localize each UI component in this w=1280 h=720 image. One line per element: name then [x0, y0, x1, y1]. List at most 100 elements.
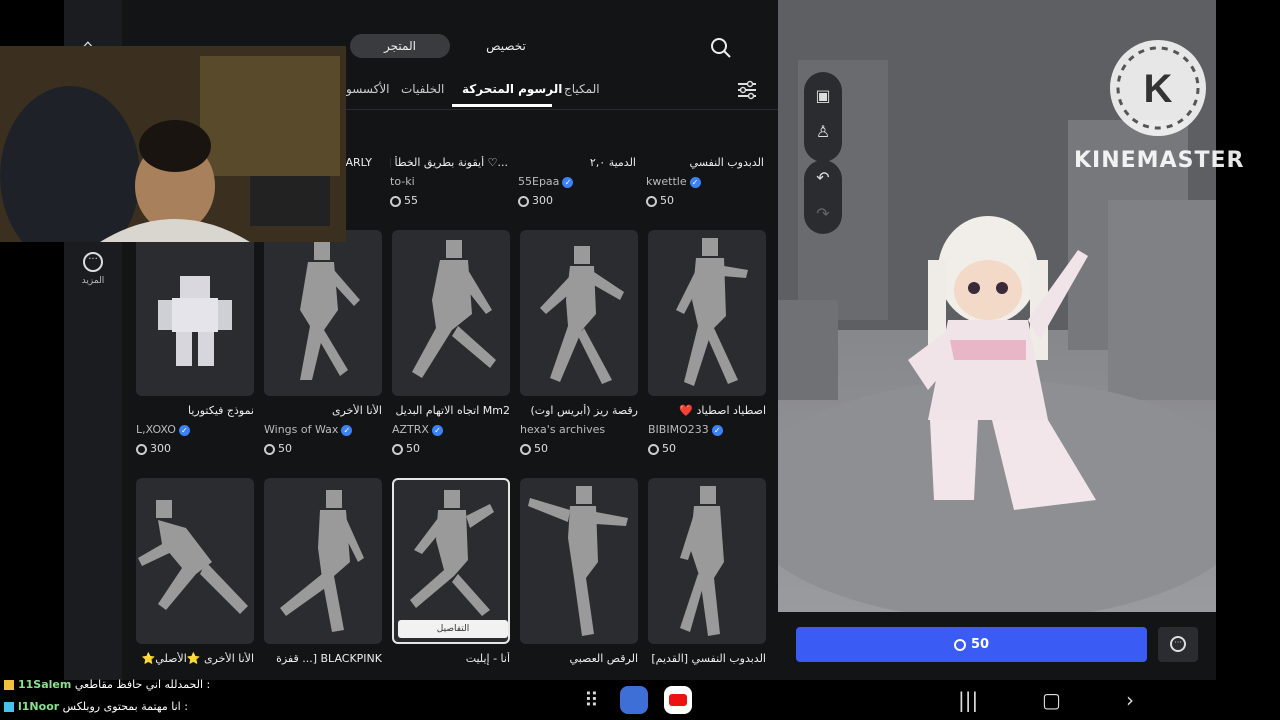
item-name: الرقص العصبي [569, 652, 638, 665]
list-item[interactable]: نموذج فيكتوريا L,XOXO ✓ 300 [136, 230, 254, 455]
item-creator: kwettle ✓ [646, 175, 764, 188]
item-thumbnail [264, 230, 382, 396]
item-name: الدبدوب النفسي [القديم] [651, 652, 766, 665]
webcam-overlay [0, 46, 346, 242]
item-name: الأنا الأخرى [331, 404, 382, 417]
item-name: أنا - إيليت [465, 652, 510, 665]
category-backgrounds[interactable]: الخلفيات [401, 82, 444, 96]
verified-icon: ✓ [562, 176, 574, 188]
item-price: 50 [264, 442, 382, 455]
details-button[interactable]: التفاصيل [398, 620, 508, 638]
redo-icon[interactable]: ↷ [813, 204, 833, 224]
item-thumbnail [520, 478, 638, 644]
item-name: الدبدوب النفسي [689, 156, 764, 169]
item-name: ...♡ أيقونة بطريق الخطأ [ [390, 156, 508, 169]
robux-icon [390, 195, 401, 207]
verified-icon: ✓ [711, 424, 723, 436]
item-creator: 55Epaa ✓ [518, 175, 636, 188]
tab-customize[interactable]: تخصيص [456, 34, 556, 58]
list-item[interactable]: Mm2 اتجاه الاتهام البديل AZTRX ✓ 50 [392, 230, 510, 455]
system-nav-bar: ⠿ ||| ▢ › [560, 682, 1180, 718]
badge-icon [4, 680, 14, 690]
webcam-person-image [0, 46, 346, 242]
tab-store[interactable]: المتجر [350, 34, 450, 58]
dance-pose-icon [528, 486, 628, 636]
dance-pose-icon [680, 486, 724, 636]
robux-icon [953, 638, 966, 651]
more-button[interactable]: ··· المزيد [78, 252, 108, 286]
item-price: 50 [392, 442, 510, 455]
youtube-app-icon[interactable] [664, 686, 692, 714]
top-tabs: المتجر تخصيص [350, 34, 556, 58]
buy-button[interactable]: 50 [796, 627, 1147, 662]
item-thumbnail [648, 230, 766, 396]
undo-icon[interactable]: ↶ [813, 168, 833, 188]
list-item[interactable]: الدبدوب النفسي [القديم] [648, 478, 766, 665]
item-name: رقصة ريز (أبريس اوت) [530, 404, 638, 417]
dance-pose-icon [540, 246, 624, 384]
category-animations[interactable]: الرسوم المتحركة [462, 82, 562, 96]
list-item[interactable]: الدبدوب النفسي kwettle ✓ 50 [646, 146, 764, 207]
item-creator: AZTRX ✓ [392, 423, 510, 436]
robux-icon [136, 443, 147, 455]
item-name: الأنا الأخرى ⭐الأصلي⭐ [141, 652, 254, 665]
active-category-underline [452, 104, 552, 107]
dance-pose-icon [300, 242, 360, 380]
item-name: BLACKPINK [... قفزة [276, 652, 382, 665]
screen: ⌂ ··· المزيد المتجر تخصيص المكياج الرسوم… [0, 0, 1280, 720]
infinity-app-icon[interactable] [620, 686, 648, 714]
dance-pose-icon [412, 240, 496, 378]
list-item[interactable]: الأنا الأخرى Wings of Wax ✓ 50 [264, 230, 382, 455]
category-accessories[interactable]: الأكسسو [346, 82, 390, 96]
list-item[interactable]: BLACKPINK [... قفزة [264, 478, 382, 665]
list-item[interactable]: الدمية ٢,٠ 55Epaa ✓ 300 [518, 146, 636, 207]
preview-tools: ▣ ♙ [804, 72, 842, 162]
robux-icon [646, 195, 657, 207]
item-price: 50 [520, 442, 638, 455]
category-makeup[interactable]: المكياج [564, 82, 600, 96]
robux-icon [264, 443, 275, 455]
search-icon[interactable] [710, 37, 732, 59]
item-name: الدمية ٢,٠ [589, 156, 636, 169]
item-price: 300 [136, 442, 254, 455]
more-options-button[interactable]: ··· [1158, 627, 1198, 662]
badge-icon [4, 702, 14, 712]
item-creator: Wings of Wax ✓ [264, 423, 382, 436]
back-icon[interactable]: › [1126, 688, 1134, 712]
app-drawer-icon[interactable]: ⠿ [584, 688, 599, 712]
list-item[interactable]: رقصة ريز (أبريس اوت) hexa's archives 50 [520, 230, 638, 455]
item-name: اصطياد اصطياد ❤️ [679, 404, 766, 417]
verified-icon: ✓ [178, 424, 190, 436]
item-thumbnail [136, 230, 254, 396]
dance-pose-icon [280, 490, 364, 632]
item-creator: to-ki [390, 175, 415, 188]
item-thumbnail [264, 478, 382, 644]
list-item[interactable]: الأنا الأخرى ⭐الأصلي⭐ [136, 478, 254, 665]
item-thumbnail: التفاصيل [392, 478, 510, 644]
item-creator: L,XOXO ✓ [136, 423, 254, 436]
home-button-icon[interactable]: ▢ [1042, 688, 1061, 712]
list-item[interactable]: اصطياد اصطياد ❤️ BIBIMO233 ✓ 50 [648, 230, 766, 455]
pose-settings-icon[interactable]: ♙ [813, 122, 833, 142]
stream-chat: 11Salem الحمدلله اني حافظ مقاطعي : l1Noo… [4, 674, 424, 718]
item-price: 50 [646, 194, 764, 207]
robux-icon [518, 195, 529, 207]
item-thumbnail [648, 478, 766, 644]
item-price: 50 [648, 442, 766, 455]
item-thumbnail [392, 230, 510, 396]
more-icon: ··· [83, 252, 103, 272]
recents-icon[interactable]: ||| [958, 688, 978, 712]
dance-pose-icon [676, 238, 748, 386]
kinemaster-logo: K [1110, 40, 1206, 136]
avatar-icon[interactable]: ▣ [813, 86, 833, 106]
verified-icon: ✓ [689, 176, 701, 188]
list-item[interactable]: الرقص العصبي [520, 478, 638, 665]
item-creator: hexa's archives [520, 423, 606, 436]
list-item[interactable]: ...♡ أيقونة بطريق الخطأ [ to-ki 55 [390, 146, 508, 207]
list-item-selected[interactable]: التفاصيل أنا - إيليت [392, 478, 510, 665]
chat-message: 11Salem الحمدلله اني حافظ مقاطعي : [4, 674, 424, 696]
filter-icon[interactable] [736, 80, 758, 100]
more-label: المزيد [81, 276, 105, 286]
item-name: Mm2 اتجاه الاتهام البديل [395, 404, 510, 417]
item-price: 55 [390, 194, 508, 207]
